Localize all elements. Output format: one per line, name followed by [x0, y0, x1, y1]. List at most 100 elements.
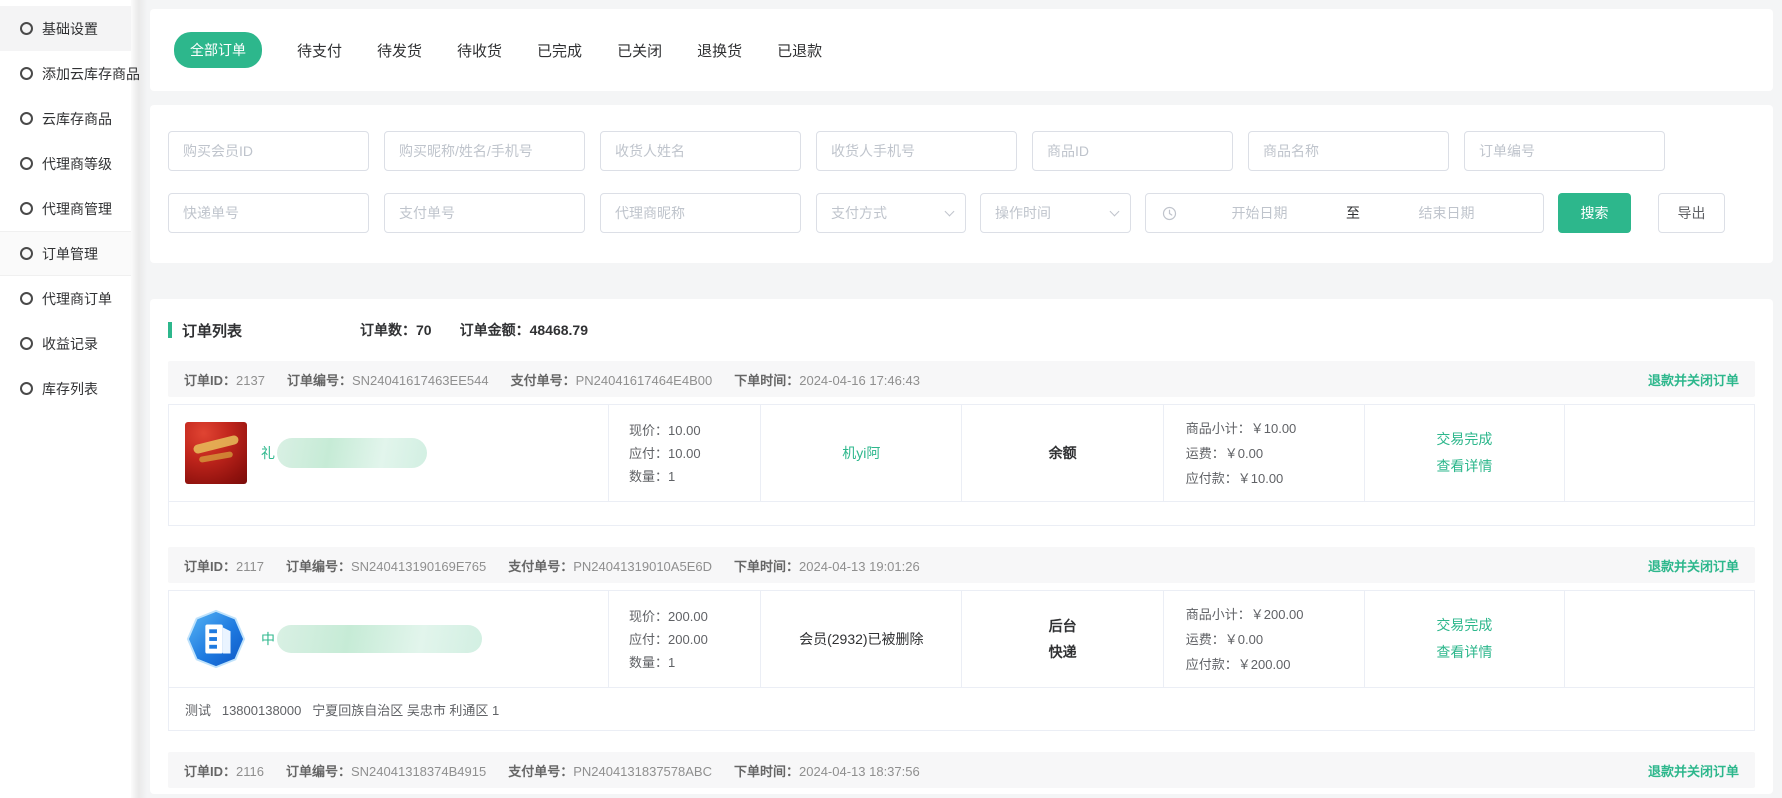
order-list-panel: 订单列表 订单数：70 订单金额：48468.79 订单ID：2137 订单编号… [150, 299, 1773, 794]
order-sn-field: 订单编号：SN24041617463EE544 [287, 370, 489, 389]
payable-line: 应付款：￥200.00 [1186, 652, 1364, 677]
chevron-down-icon [1110, 207, 1120, 217]
order-sn-field: 订单编号：SN240413190169E765 [286, 556, 486, 575]
price-line: 应付：200.00 [629, 628, 760, 651]
main-content: 全部订单 待支付 待发货 待收货 已完成 已关闭 退换货 已退款 支付方式 [148, 0, 1782, 794]
tab-refunded[interactable]: 已退款 [777, 40, 822, 61]
sidebar-item-basic-settings[interactable]: 基础设置 [0, 6, 131, 51]
payment-method-placeholder: 支付方式 [831, 203, 887, 223]
tab-closed[interactable]: 已关闭 [617, 40, 662, 61]
order-block: 订单ID：2116 订单编号：SN24041318374B4915 支付单号：P… [168, 752, 1755, 794]
sidebar-item-income-records[interactable]: 收益记录 [0, 321, 131, 366]
order-header: 订单ID：2117 订单编号：SN240413190169E765 支付单号：P… [168, 547, 1755, 583]
buyer-name: 会员(2932)已被删除 [799, 629, 923, 649]
payment-cell: 余额 [961, 405, 1162, 501]
buyer-name: 机yi阿 [842, 443, 880, 463]
product-name-prefix: 中 [261, 629, 275, 649]
order-id-field: 订单ID：2117 [184, 556, 264, 575]
receiver-phone-input[interactable] [816, 131, 1017, 171]
pay-sn-field: 支付单号：PN24041617464E4B00 [511, 370, 713, 389]
price-line: 现价：200.00 [629, 605, 760, 628]
radio-circle-icon [20, 67, 33, 80]
order-row: 礼 现价：10.00 应付：10.00 数量：1 机yi阿 余额 [168, 404, 1755, 502]
sidebar-item-stock-list[interactable]: 库存列表 [0, 366, 131, 411]
payment-line: 快递 [1049, 639, 1077, 665]
order-id-field: 订单ID：2116 [184, 761, 264, 780]
operate-time-select[interactable]: 操作时间 [980, 193, 1131, 233]
actions-cell: 交易完成 查看详情 [1364, 405, 1564, 501]
radio-circle-icon [20, 202, 33, 215]
start-date-placeholder[interactable]: 开始日期 [1179, 203, 1340, 223]
clock-icon [1162, 206, 1177, 221]
order-footer-address: 测试 13800138000 宁夏回族自治区 吴忠市 利通区 1 [168, 688, 1755, 731]
agent-nickname-input[interactable] [600, 193, 801, 233]
sidebar-item-add-cloud-stock[interactable]: 添加云库存商品 [0, 51, 131, 96]
tab-all-orders[interactable]: 全部订单 [174, 32, 262, 68]
radio-circle-icon [20, 157, 33, 170]
order-time-field: 下单时间：2024-04-13 18:37:56 [734, 761, 920, 780]
tab-return-exchange[interactable]: 退换货 [697, 40, 742, 61]
operate-time-placeholder: 操作时间 [995, 203, 1051, 223]
radio-circle-icon [20, 382, 33, 395]
sidebar-scrollbar[interactable] [131, 0, 148, 798]
buyer-cell: 机yi阿 [760, 405, 961, 501]
refund-close-order-link[interactable]: 退款并关闭订单 [1648, 556, 1739, 575]
order-id-field: 订单ID：2137 [184, 370, 265, 389]
search-button[interactable]: 搜索 [1558, 193, 1631, 233]
search-filter-panel: 支付方式 操作时间 开始日期 至 结束日期 搜索 导出 [150, 105, 1773, 263]
buyer-member-id-input[interactable] [168, 131, 369, 171]
actions-cell: 交易完成 查看详情 [1364, 591, 1564, 687]
price-cell: 现价：200.00 应付：200.00 数量：1 [608, 591, 760, 687]
order-sn-input[interactable] [1464, 131, 1665, 171]
payment-method-select[interactable]: 支付方式 [816, 193, 966, 233]
receiver-name-input[interactable] [600, 131, 801, 171]
censored-blur [277, 625, 482, 653]
extra-cell [1564, 591, 1754, 687]
product-cell: 中 [169, 591, 608, 687]
sidebar-item-agent-manage[interactable]: 代理商管理 [0, 186, 131, 231]
subtotal-line: 商品小计：￥200.00 [1186, 602, 1364, 627]
product-image-logo [185, 608, 247, 670]
tab-completed[interactable]: 已完成 [537, 40, 582, 61]
tab-pending-payment[interactable]: 待支付 [297, 40, 342, 61]
date-range-picker[interactable]: 开始日期 至 结束日期 [1145, 193, 1544, 233]
express-no-input[interactable] [168, 193, 369, 233]
payment-cell: 后台 快递 [961, 591, 1162, 687]
status-trade-complete: 交易完成 [1436, 426, 1492, 453]
sidebar-item-agent-level[interactable]: 代理商等级 [0, 141, 131, 186]
tab-pending-shipment[interactable]: 待发货 [377, 40, 422, 61]
sidebar-item-label: 代理商管理 [42, 199, 112, 219]
sidebar-item-cloud-stock[interactable]: 云库存商品 [0, 96, 131, 141]
sidebar-item-label: 订单管理 [42, 244, 98, 264]
radio-circle-icon [20, 22, 33, 35]
refund-close-order-link[interactable]: 退款并关闭订单 [1648, 761, 1739, 780]
payment-line: 余额 [1049, 440, 1077, 466]
order-footer [168, 502, 1755, 526]
sidebar-item-order-manage[interactable]: 订单管理 [0, 231, 131, 276]
payment-no-input[interactable] [384, 193, 585, 233]
refund-close-order-link[interactable]: 退款并关闭订单 [1648, 370, 1739, 389]
end-date-placeholder[interactable]: 结束日期 [1366, 203, 1527, 223]
order-row: 中 现价：200.00 应付：200.00 数量：1 会员(2932)已被删除 … [168, 590, 1755, 688]
order-header: 订单ID：2137 订单编号：SN24041617463EE544 支付单号：P… [168, 361, 1755, 397]
sidebar-item-label: 库存列表 [42, 379, 98, 399]
order-sn-field: 订单编号：SN24041318374B4915 [286, 761, 486, 780]
view-detail-link[interactable]: 查看详情 [1436, 639, 1492, 666]
radio-circle-icon [20, 247, 33, 260]
order-block: 订单ID：2117 订单编号：SN240413190169E765 支付单号：P… [168, 547, 1755, 731]
buyer-nickname-input[interactable] [384, 131, 585, 171]
export-button[interactable]: 导出 [1658, 193, 1725, 233]
status-trade-complete: 交易完成 [1436, 612, 1492, 639]
freight-line: 运费：￥0.00 [1186, 441, 1364, 466]
sidebar-item-label: 代理商等级 [42, 154, 112, 174]
tab-pending-receipt[interactable]: 待收货 [457, 40, 502, 61]
order-list-header: 订单列表 订单数：70 订单金额：48468.79 [168, 315, 1755, 345]
date-range-separator: 至 [1340, 203, 1366, 223]
product-name-input[interactable] [1248, 131, 1449, 171]
product-name: 礼 [261, 438, 427, 468]
product-id-input[interactable] [1032, 131, 1233, 171]
product-name: 中 [261, 625, 482, 653]
view-detail-link[interactable]: 查看详情 [1436, 453, 1492, 480]
product-cell: 礼 [169, 405, 608, 501]
sidebar-item-agent-orders[interactable]: 代理商订单 [0, 276, 131, 321]
